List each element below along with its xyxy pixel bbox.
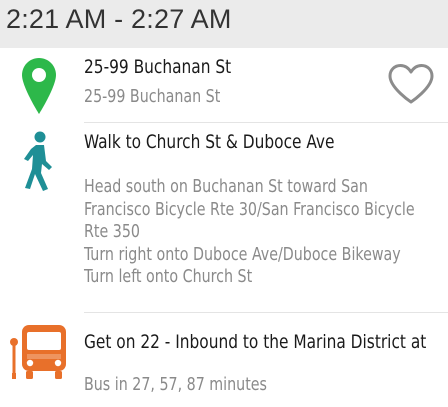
direction-line: Rte 350 — [84, 221, 140, 242]
walk-directions: Head south on Buchanan St toward San Fra… — [84, 176, 415, 289]
bus-stop-icon — [10, 325, 66, 379]
divider — [84, 122, 448, 123]
direction-line: Head south on Buchanan St toward San — [84, 176, 368, 197]
time-range-header: 2:21 AM - 2:27 AM — [0, 0, 448, 48]
heart-outline-icon[interactable] — [387, 63, 435, 105]
divider — [84, 312, 448, 313]
origin-title: 25-99 Buchanan St — [84, 56, 232, 78]
walking-person-icon — [24, 131, 52, 191]
direction-line: Turn right onto Duboce Ave/Duboce Bikewa… — [84, 243, 401, 265]
location-pin-icon — [22, 58, 56, 114]
direction-line: Francisco Bicycle Rte 30/San Francisco B… — [84, 198, 415, 220]
time-range-label: 2:21 AM - 2:27 AM — [6, 4, 232, 34]
bus-title: Get on 22 - Inbound to the Marina Distri… — [84, 331, 427, 353]
origin-subtitle: 25-99 Buchanan St — [84, 86, 221, 107]
bus-subtitle: Bus in 27, 57, 87 minutes — [84, 374, 267, 395]
direction-line: Turn left onto Church St — [84, 266, 253, 287]
walk-title: Walk to Church St & Duboce Ave — [84, 131, 335, 153]
